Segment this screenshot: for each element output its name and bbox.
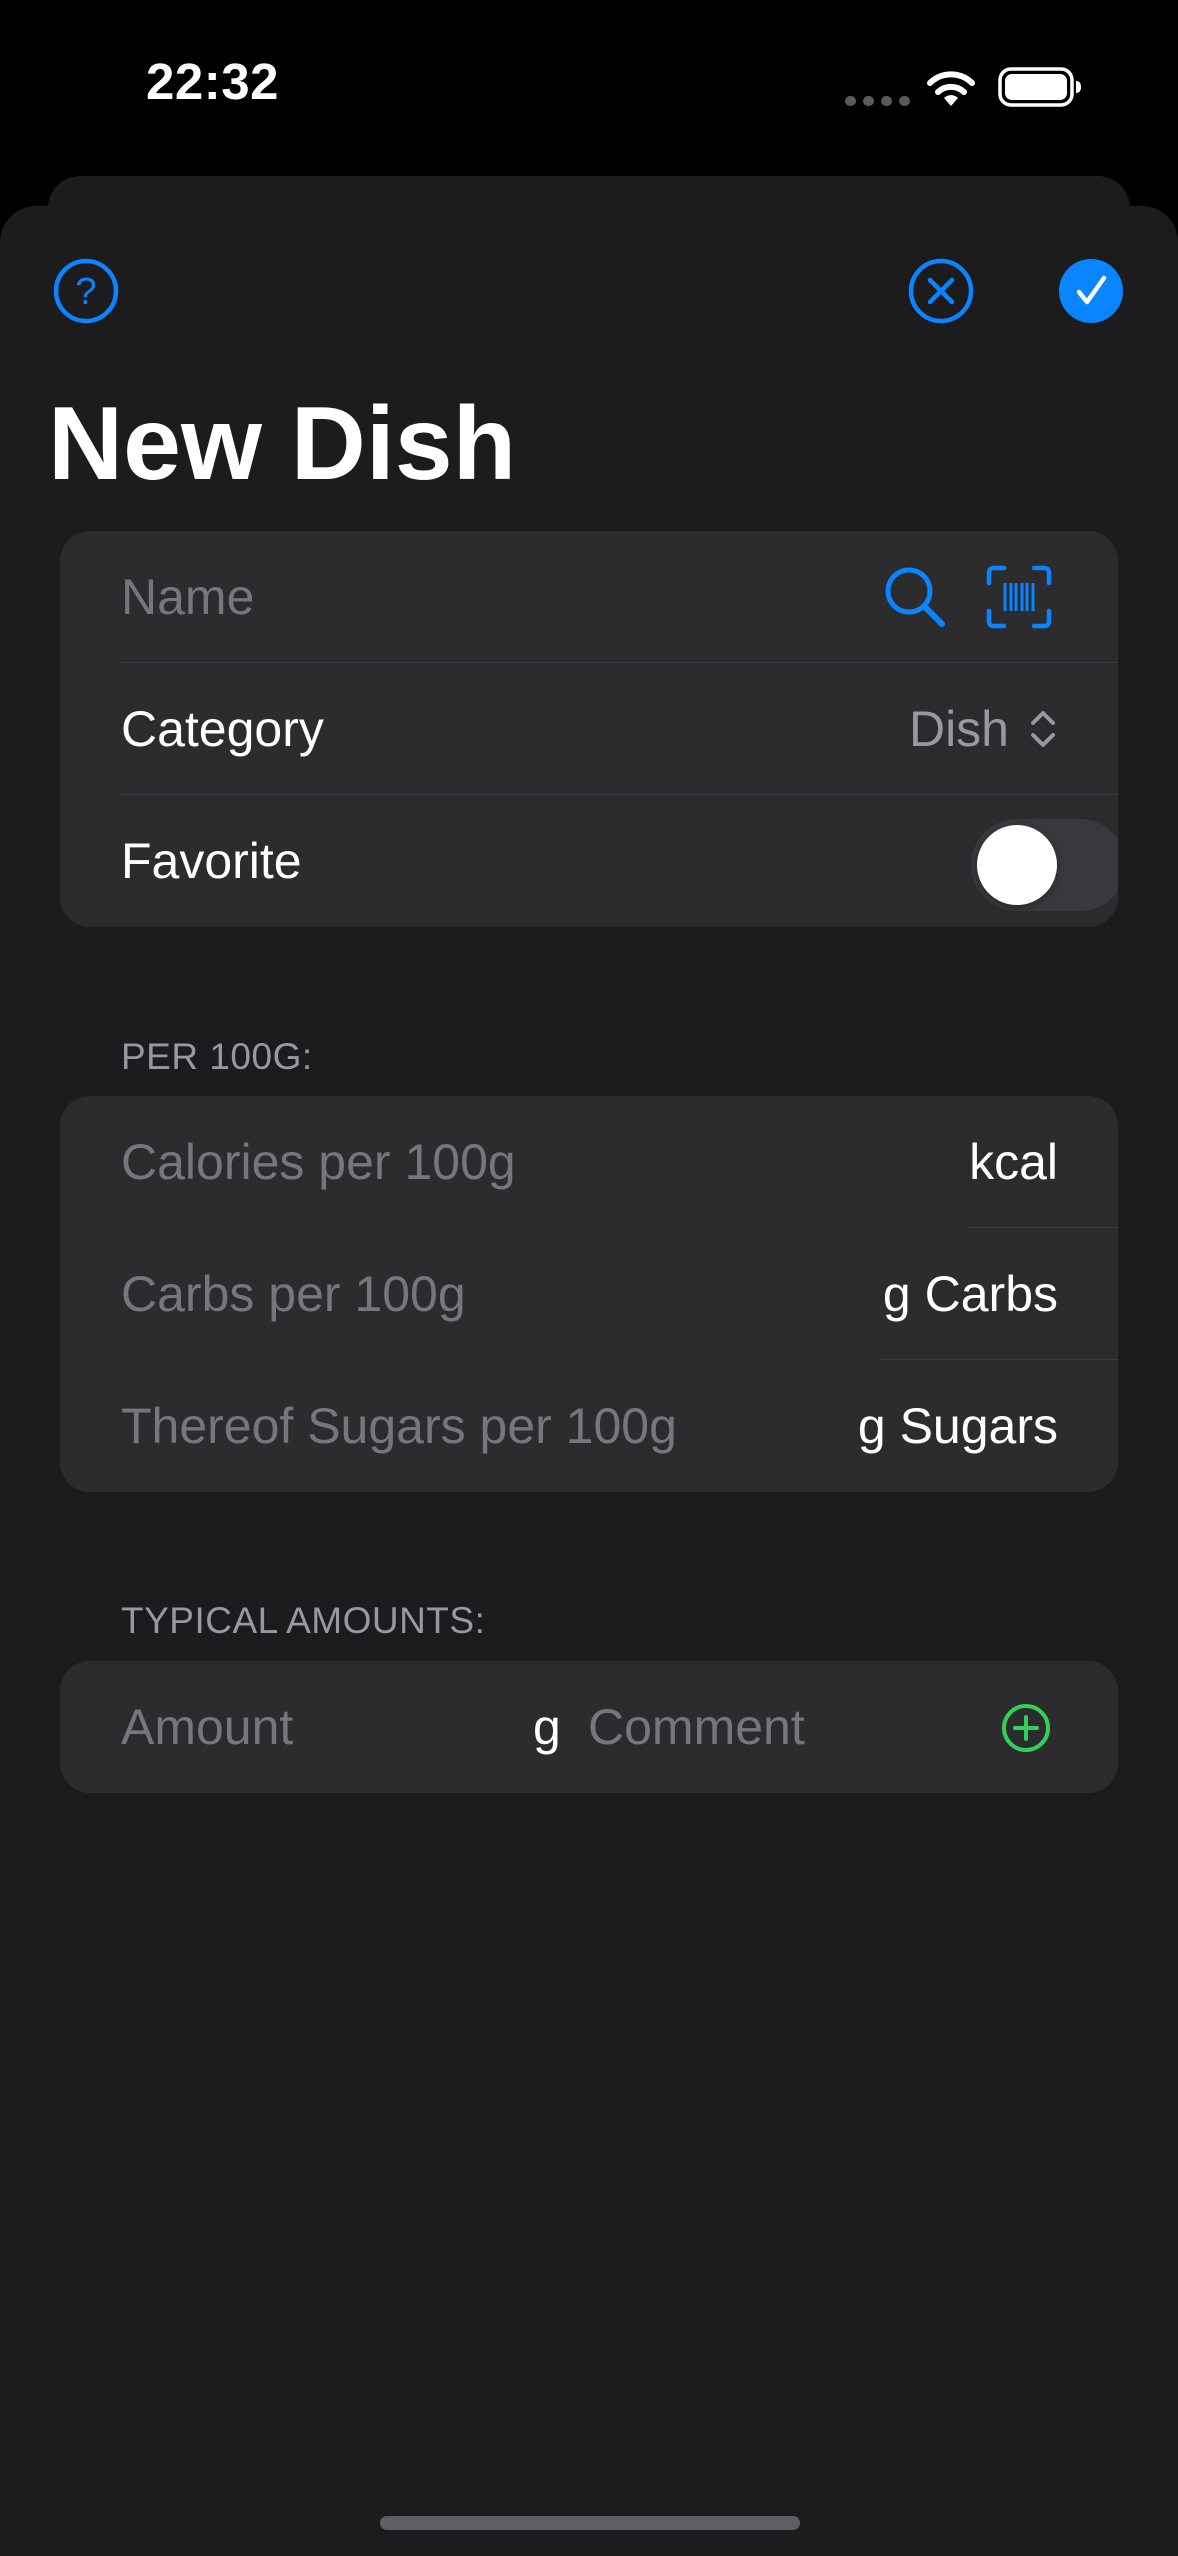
favorite-toggle[interactable] (971, 819, 1118, 911)
close-button[interactable] (908, 258, 974, 324)
carbs-row: Carbs per 100g g Carbs (60, 1228, 1118, 1360)
status-time: 22:32 (146, 53, 279, 110)
add-amount-button[interactable] (1001, 1703, 1051, 1753)
typical-amount-row: Amount g Comment (60, 1661, 1118, 1793)
done-button[interactable] (1058, 258, 1124, 324)
typical-amounts-header: TYPICAL AMOUNTS: (121, 1600, 486, 1641)
calories-unit: kcal (969, 1134, 1058, 1190)
name-row: Name (60, 531, 1118, 663)
status-bar: 22:32 (0, 0, 1178, 175)
per100-header: PER 100G: (121, 1036, 313, 1077)
amount-field[interactable]: Amount (121, 1698, 293, 1756)
calories-row: Calories per 100g kcal (60, 1096, 1118, 1228)
checkmark-circle-fill-icon (1059, 259, 1123, 323)
help-button[interactable]: ? (53, 258, 119, 324)
home-indicator (380, 2516, 800, 2530)
comment-field[interactable]: Comment (588, 1698, 805, 1756)
per100-section: Calories per 100g kcal Carbs per 100g g … (60, 1096, 1118, 1492)
search-icon[interactable] (882, 564, 948, 630)
category-label: Category (121, 701, 324, 757)
typical-amounts-section: Amount g Comment (60, 1661, 1118, 1793)
carbs-unit: g Carbs (882, 1266, 1058, 1322)
plus-circle-icon (1002, 1704, 1050, 1752)
general-section: Name Category Dish Favorite (60, 531, 1118, 927)
amount-unit: g (533, 1699, 561, 1755)
category-row[interactable]: Category Dish (60, 663, 1118, 795)
barcode-scanner-icon[interactable] (986, 565, 1052, 629)
xmark-circle-icon (908, 258, 974, 324)
cellular-signal-icon (845, 96, 910, 106)
sugars-row: Thereof Sugars per 100g g Sugars (60, 1360, 1118, 1492)
calories-field[interactable]: Calories per 100g (121, 1133, 516, 1191)
question-circle-icon: ? (53, 258, 119, 324)
favorite-label: Favorite (121, 833, 302, 889)
page-title: New Dish (48, 386, 517, 502)
battery-icon (998, 67, 1081, 107)
sugars-field[interactable]: Thereof Sugars per 100g (121, 1397, 677, 1455)
name-field[interactable]: Name (121, 568, 254, 626)
chevron-up-down-icon (1031, 711, 1055, 747)
svg-text:?: ? (75, 271, 96, 313)
wifi-icon (927, 71, 975, 106)
category-value: Dish (908, 701, 1009, 757)
sugars-unit: g Sugars (857, 1398, 1058, 1454)
favorite-row: Favorite (60, 795, 1118, 927)
toggle-knob (977, 825, 1057, 905)
carbs-field[interactable]: Carbs per 100g (121, 1265, 466, 1323)
